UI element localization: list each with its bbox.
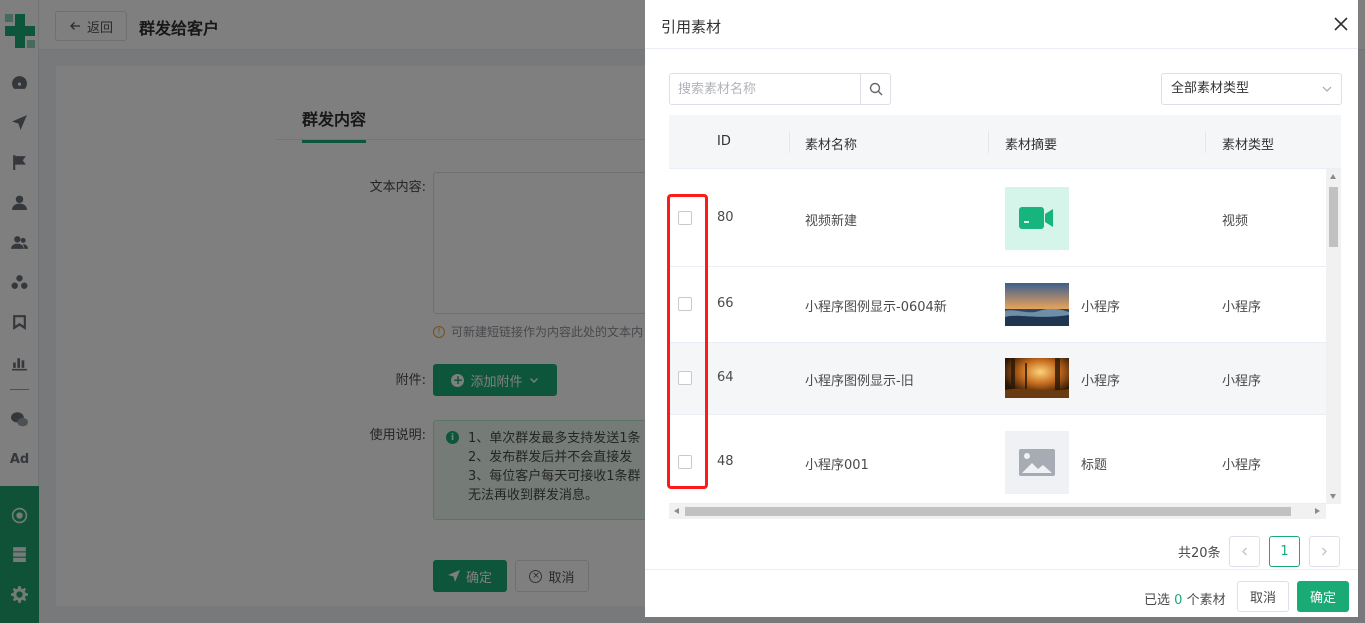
material-type-select[interactable]: 全部素材类型 <box>1161 73 1342 105</box>
column-header-id[interactable]: ID <box>717 134 731 149</box>
drawer-confirm-button[interactable]: 确定 <box>1297 581 1349 612</box>
page-number-button[interactable]: 1 <box>1269 536 1300 567</box>
selected-count: 0 <box>1174 593 1183 608</box>
table-row[interactable]: 48 小程序001 标题 小程序 <box>669 415 1326 504</box>
row-type: 视频 <box>1222 214 1249 229</box>
drawer-header: 引用素材 <box>645 0 1358 49</box>
row-type: 小程序 <box>1222 374 1262 389</box>
column-header-name[interactable]: 素材名称 <box>805 134 857 153</box>
row-id: 48 <box>717 454 734 469</box>
drawer-title: 引用素材 <box>661 18 722 36</box>
row-id: 80 <box>717 210 734 225</box>
search-input[interactable] <box>670 74 860 104</box>
column-header-type[interactable]: 素材类型 <box>1222 134 1274 153</box>
table-row[interactable]: 80 视频新建 视频 <box>669 170 1326 267</box>
pagination-total: 共20条 <box>1178 546 1221 561</box>
scroll-left-icon[interactable] <box>674 508 679 514</box>
scroll-down-icon[interactable] <box>1330 494 1336 499</box>
drawer-footer: 已选 0 个素材 取消 确定 <box>645 569 1358 617</box>
close-icon[interactable] <box>1333 16 1349 32</box>
scroll-up-icon[interactable] <box>1330 174 1336 179</box>
row-summary: 小程序 <box>1081 300 1121 315</box>
lake-sunset-thumbnail <box>1005 283 1069 326</box>
row-name: 小程序图例显示-0604新 <box>805 300 947 315</box>
horizontal-scrollbar[interactable] <box>669 504 1326 519</box>
row-name: 小程序001 <box>805 458 869 473</box>
column-header-summary[interactable]: 素材摘要 <box>1005 134 1057 153</box>
column-divider <box>988 131 989 153</box>
row-summary: 标题 <box>1081 458 1108 473</box>
drawer-cancel-button[interactable]: 取消 <box>1237 581 1289 612</box>
row-id: 64 <box>717 370 734 385</box>
table-row[interactable]: 66 小程序图例显示-0604新 小程序 小程序 <box>669 267 1326 343</box>
chevron-right-icon <box>1322 547 1327 556</box>
selected-count-info: 已选 0 个素材 <box>1144 589 1226 608</box>
selected-prefix: 已选 <box>1144 593 1171 608</box>
forest-thumbnail <box>1005 358 1069 398</box>
image-placeholder-thumbnail <box>1005 431 1069 494</box>
selected-suffix: 个素材 <box>1186 593 1226 608</box>
column-divider <box>1205 131 1206 153</box>
row-type: 小程序 <box>1222 300 1262 315</box>
prev-page-button[interactable] <box>1229 536 1260 567</box>
row-type: 小程序 <box>1222 458 1262 473</box>
material-drawer: 引用素材 全部素材类型 ID 素材名称 素材摘要 素材类型 80 视频新建 <box>645 0 1358 617</box>
search-icon <box>869 82 883 96</box>
row-id: 66 <box>717 296 734 311</box>
row-name: 小程序图例显示-旧 <box>805 374 914 389</box>
material-type-value: 全部素材类型 <box>1171 81 1250 96</box>
scroll-right-icon[interactable] <box>1315 508 1320 514</box>
chevron-left-icon <box>1242 547 1247 556</box>
scrollbar-thumb[interactable] <box>685 507 1291 516</box>
video-thumbnail <box>1005 187 1069 250</box>
material-table: ID 素材名称 素材摘要 素材类型 80 视频新建 视频 66 小程序图例显示-… <box>669 115 1341 520</box>
next-page-button[interactable] <box>1309 536 1340 567</box>
vertical-scrollbar[interactable] <box>1326 169 1341 504</box>
search-button[interactable] <box>860 74 891 104</box>
row-name: 视频新建 <box>805 214 858 229</box>
checkbox-column-highlight <box>667 194 708 489</box>
table-header: ID 素材名称 素材摘要 素材类型 <box>669 115 1341 169</box>
chevron-down-icon <box>1322 86 1332 92</box>
row-summary: 小程序 <box>1081 374 1121 389</box>
column-divider <box>789 131 790 153</box>
table-row[interactable]: 64 小程序图例显示-旧 小程序 小程序 <box>669 343 1326 415</box>
search-box <box>669 73 891 105</box>
scrollbar-thumb[interactable] <box>1329 187 1338 247</box>
